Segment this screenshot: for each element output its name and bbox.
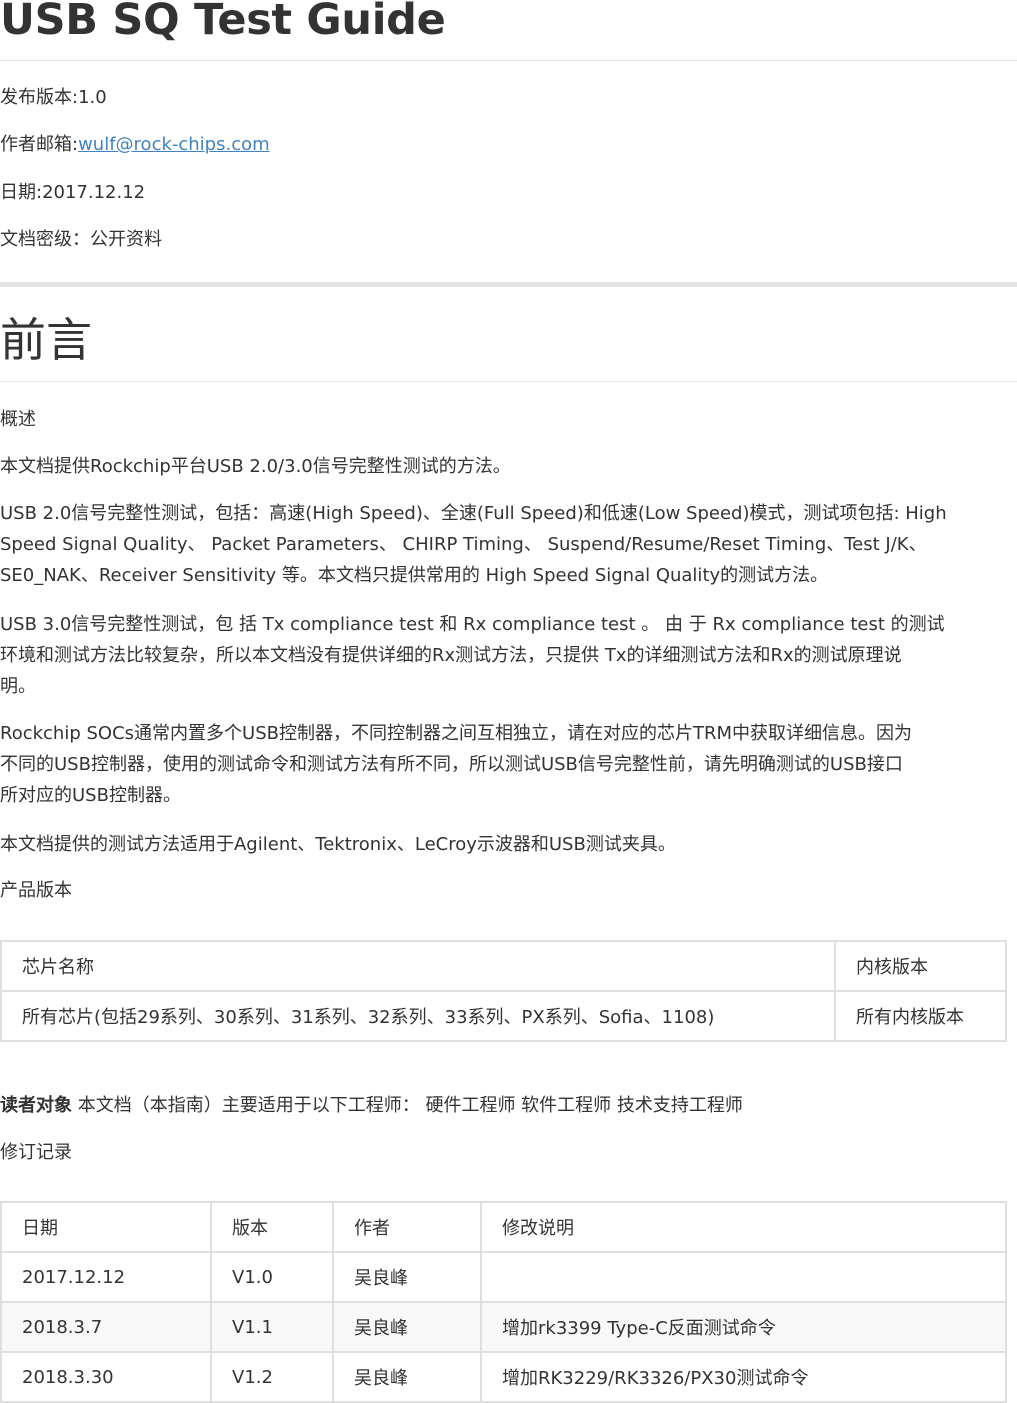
table-cell: 2017.12.12 (0, 1251, 212, 1303)
section-title-divider (0, 381, 1017, 382)
overview-paragraph-1: 本文档提供Rockchip平台USB 2.0/3.0信号完整性测试的方法。 (0, 456, 511, 477)
paragraph-line: 明。 (0, 676, 36, 697)
table-row: 2018.3.7 V1.1 吴良峰 增加rk3399 Type-C反面测试命令 (0, 1301, 1007, 1353)
paragraph-line: USB 2.0信号完整性测试，包括：高速(High Speed)、全速(Full… (0, 503, 947, 524)
overview-heading: 概述 (0, 409, 36, 430)
paragraph-line: Rockchip SOCs通常内置多个USB控制器，不同控制器之间互相独立，请在… (0, 723, 913, 744)
table-cell: 增加RK3229/RK3326/PX30测试命令 (480, 1351, 1007, 1403)
security-level: 文档密级：公开资料 (0, 229, 162, 250)
overview-paragraph-2: USB 2.0信号完整性测试，包括：高速(High Speed)、全速(Full… (0, 498, 1017, 591)
title-divider (0, 60, 1017, 61)
table-header-row: 日期 版本 作者 修改说明 (0, 1201, 1007, 1253)
audience-text: 本文档（本指南）主要适用于以下工程师： 硬件工程师 软件工程师 技术支持工程师 (72, 1095, 743, 1116)
product-version-heading: 产品版本 (0, 880, 72, 901)
table-cell: 吴良峰 (332, 1351, 482, 1403)
author-email-line: 作者邮箱:wulf@rock-chips.com (0, 133, 270, 157)
table-row: 所有芯片(包括29系列、30系列、31系列、32系列、33系列、PX系列、Sof… (0, 990, 1007, 1042)
overview-paragraph-3: USB 3.0信号完整性测试，包 括 Tx compliance test 和 … (0, 609, 1017, 702)
paragraph-line: 所对应的USB控制器。 (0, 785, 181, 806)
column-header-change-notes: 修改说明 (480, 1201, 1007, 1253)
section-divider (0, 282, 1017, 287)
table-cell: 吴良峰 (332, 1301, 482, 1353)
table-cell: 吴良峰 (332, 1251, 482, 1303)
paragraph-line: 不同的USB控制器，使用的测试命令和测试方法有所不同，所以测试USB信号完整性前… (0, 754, 903, 775)
table-cell: V1.2 (210, 1351, 334, 1403)
table-row: 2018.3.30 V1.2 吴良峰 增加RK3229/RK3326/PX30测… (0, 1351, 1007, 1403)
author-email-label: 作者邮箱: (0, 134, 79, 155)
overview-paragraph-5: 本文档提供的测试方法适用于Agilent、Tektronix、LeCroy示波器… (0, 834, 676, 855)
paragraph-line: SE0_NAK、Receiver Sensitivity 等。本文档只提供常用的… (0, 565, 829, 586)
product-version-table: 芯片名称 内核版本 所有芯片(包括29系列、30系列、31系列、32系列、33系… (0, 940, 1007, 1042)
paragraph-line: Speed Signal Quality、 Packet Parameters、… (0, 534, 927, 555)
column-header-date: 日期 (0, 1201, 212, 1253)
table-row: 2017.12.12 V1.0 吴良峰 (0, 1251, 1007, 1303)
document-title: USB SQ Test Guide (0, 0, 446, 45)
release-version: 发布版本:1.0 (0, 87, 107, 108)
overview-paragraph-4: Rockchip SOCs通常内置多个USB控制器，不同控制器之间互相独立，请在… (0, 718, 1017, 811)
table-cell (480, 1251, 1007, 1303)
revision-history-heading: 修订记录 (0, 1142, 72, 1163)
table-cell: 所有芯片(包括29系列、30系列、31系列、32系列、33系列、PX系列、Sof… (0, 990, 836, 1042)
table-cell: 2018.3.30 (0, 1351, 212, 1403)
section-title-preface: 前言 (0, 313, 92, 367)
table-cell: V1.0 (210, 1251, 334, 1303)
table-cell: V1.1 (210, 1301, 334, 1353)
release-date: 日期:2017.12.12 (0, 182, 146, 203)
column-header-kernel-version: 内核版本 (834, 940, 1007, 992)
audience-line: 读者对象 本文档（本指南）主要适用于以下工程师： 硬件工程师 软件工程师 技术支… (0, 1094, 743, 1118)
audience-label: 读者对象 (0, 1095, 72, 1116)
table-header-row: 芯片名称 内核版本 (0, 940, 1007, 992)
column-header-chip-name: 芯片名称 (0, 940, 836, 992)
table-cell: 2018.3.7 (0, 1301, 212, 1353)
column-header-version: 版本 (210, 1201, 334, 1253)
table-cell: 所有内核版本 (834, 990, 1007, 1042)
author-email-link[interactable]: wulf@rock-chips.com (78, 134, 270, 155)
paragraph-line: 环境和测试方法比较复杂，所以本文档没有提供详细的Rx测试方法，只提供 Tx的详细… (0, 645, 902, 666)
paragraph-line: USB 3.0信号完整性测试，包 括 Tx compliance test 和 … (0, 614, 945, 635)
revision-history-table: 日期 版本 作者 修改说明 2017.12.12 V1.0 吴良峰 2018.3… (0, 1201, 1007, 1403)
table-cell: 增加rk3399 Type-C反面测试命令 (480, 1301, 1007, 1353)
column-header-author: 作者 (332, 1201, 482, 1253)
